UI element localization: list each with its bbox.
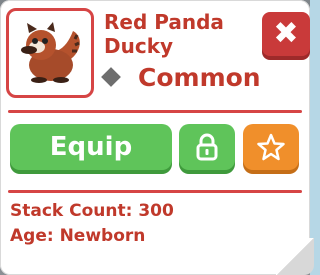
pet-name-line-1: Red Panda: [104, 10, 224, 34]
lock-icon: [196, 133, 218, 161]
divider-bottom: [8, 190, 302, 193]
close-button[interactable]: ✖: [262, 12, 310, 56]
equip-button[interactable]: Equip: [10, 124, 172, 170]
pet-name: Red Panda Ducky: [104, 10, 254, 58]
favorite-button[interactable]: [243, 124, 299, 170]
background-edge: [310, 0, 320, 275]
pet-portrait: [6, 8, 94, 98]
close-icon: ✖: [273, 16, 299, 51]
rarity-label: Common: [138, 63, 261, 92]
pet-name-line-2: Ducky: [104, 34, 174, 58]
star-icon: [257, 133, 285, 161]
pet-info-card: Red Panda Ducky Common ✖ Equip Stack Cou…: [0, 0, 314, 275]
diamond-icon: [101, 67, 121, 87]
equip-button-label: Equip: [49, 132, 133, 162]
stack-count: Stack Count: 300: [10, 201, 174, 221]
lock-button[interactable]: [179, 124, 235, 170]
divider-top: [8, 110, 302, 113]
pet-age: Age: Newborn: [10, 226, 146, 246]
red-panda-ducky-image: [21, 22, 80, 83]
card-corner-fold: [276, 238, 314, 275]
